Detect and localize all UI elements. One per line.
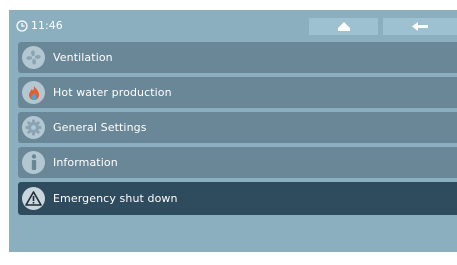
menu-item-information[interactable]: Information <box>18 147 457 178</box>
clock-time: 11:46 <box>31 19 63 32</box>
back-arrow-icon <box>412 22 428 31</box>
menu-item-general-settings[interactable]: General Settings <box>18 112 457 143</box>
menu-item-emergency-shut-down[interactable]: Emergency shut down <box>18 182 457 215</box>
clock: 11:46 <box>16 19 63 32</box>
home-icon <box>337 22 350 31</box>
top-bar: 11:46 <box>9 10 457 42</box>
menu-item-label: Emergency shut down <box>53 192 178 205</box>
flame-icon <box>22 81 45 104</box>
home-button[interactable] <box>309 18 378 35</box>
info-icon <box>22 151 45 174</box>
menu-item-hot-water[interactable]: Hot water production <box>18 77 457 108</box>
menu-item-label: Ventilation <box>53 51 113 64</box>
fan-icon <box>22 46 45 69</box>
menu-item-label: Hot water production <box>53 86 172 99</box>
clock-icon <box>16 19 28 32</box>
gear-icon <box>22 116 45 139</box>
menu-item-label: Information <box>53 156 118 169</box>
warning-icon <box>22 187 45 210</box>
menu-item-ventilation[interactable]: Ventilation <box>18 42 457 73</box>
main-menu: Ventilation Hot water production General… <box>18 42 457 219</box>
back-button[interactable] <box>383 18 457 35</box>
device-screen: 11:46 Ventilation Hot water production G… <box>9 10 457 252</box>
menu-item-label: General Settings <box>53 121 147 134</box>
